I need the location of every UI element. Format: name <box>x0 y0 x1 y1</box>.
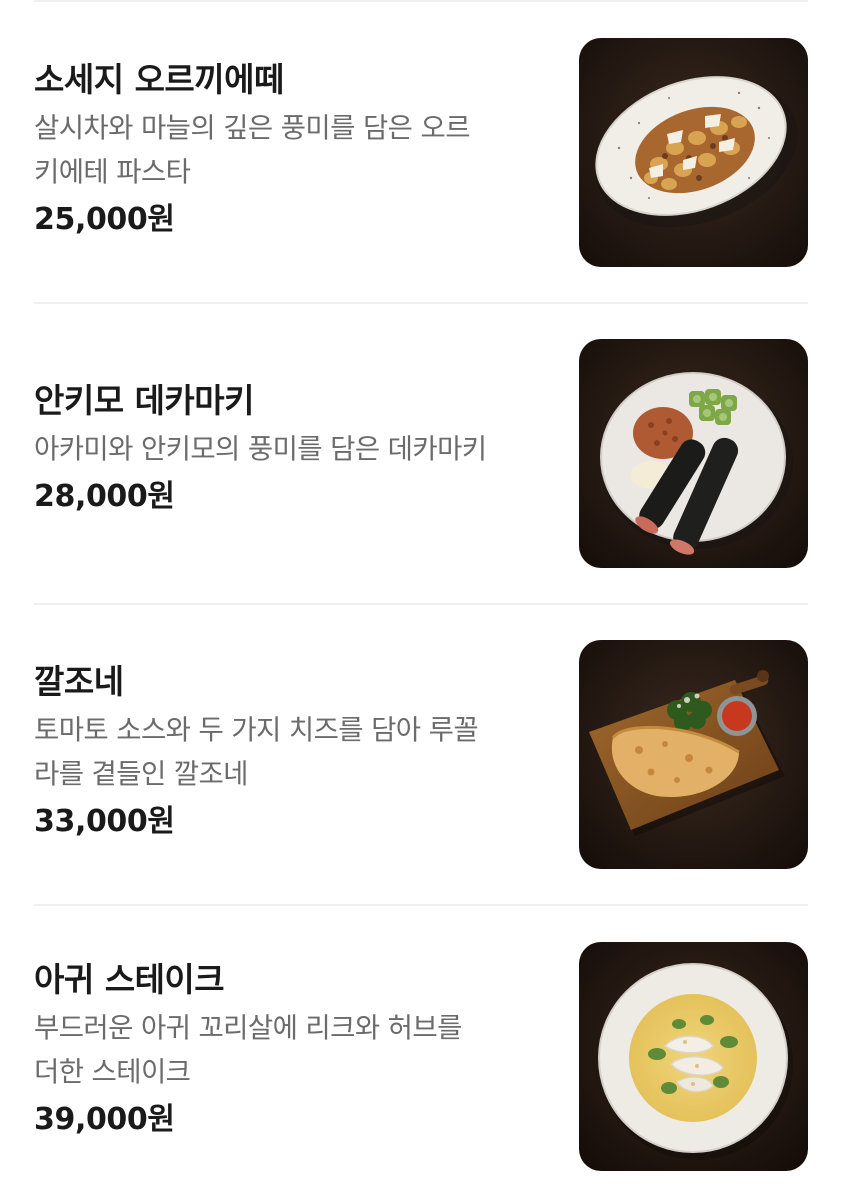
menu-item-description: 살시차와 마늘의 깊은 풍미를 담은 오르 키에테 파스타 <box>34 106 549 194</box>
description-line: 라를 곁들인 깔조네 <box>34 758 248 790</box>
menu-item-calzone[interactable]: 깔조네 토마토 소스와 두 가지 치즈를 담아 루꼴 라를 곁들인 깔조네 33… <box>34 640 808 870</box>
item-divider <box>34 603 808 605</box>
menu-item-description: 아카미와 안키모의 풍미를 담은 데카마키 <box>34 427 549 471</box>
calzone-dish-illustration <box>579 640 808 869</box>
description-line: 토마토 소스와 두 가지 치즈를 담아 루꼴 <box>34 714 479 746</box>
description-line: 부드러운 아귀 꼬리살에 리크와 허브를 <box>34 1012 462 1044</box>
menu-item-description: 토마토 소스와 두 가지 치즈를 담아 루꼴 라를 곁들인 깔조네 <box>34 708 549 796</box>
pasta-dish-image[interactable] <box>579 38 808 267</box>
menu-item-name: 아귀 스테이크 <box>34 960 225 999</box>
menu-item-text: 안키모 데카마키 아카미와 안키모의 풍미를 담은 데카마키 28,000원 <box>34 379 549 519</box>
menu-item-text: 소세지 오르끼에떼 살시차와 마늘의 깊은 풍미를 담은 오르 키에테 파스타 … <box>34 58 549 242</box>
sushi-roll-dish-illustration <box>579 339 808 568</box>
description-line: 더한 스테이크 <box>34 1056 191 1088</box>
description-line: 키에테 파스타 <box>34 156 191 188</box>
description-line: 아카미와 안키모의 풍미를 담은 데카마키 <box>34 433 487 465</box>
menu-item-name: 깔조네 <box>34 662 124 701</box>
menu-item-ankimo-dekamaki[interactable]: 안키모 데카마키 아카미와 안키모의 풍미를 담은 데카마키 28,000원 <box>34 339 808 569</box>
item-divider <box>34 904 808 906</box>
menu-item-price: 28,000원 <box>34 479 175 514</box>
sushi-roll-dish-image[interactable] <box>579 339 808 568</box>
menu-item-text: 깔조네 토마토 소스와 두 가지 치즈를 담아 루꼴 라를 곁들인 깔조네 33… <box>34 660 549 844</box>
menu-list: 소세지 오르끼에떼 살시차와 마늘의 깊은 풍미를 담은 오르 키에테 파스타 … <box>0 0 842 1202</box>
pasta-dish-illustration <box>579 38 808 267</box>
menu-item-monkfish-steak[interactable]: 아귀 스테이크 부드러운 아귀 꼬리살에 리크와 허브를 더한 스테이크 39,… <box>34 942 808 1172</box>
description-line: 살시차와 마늘의 깊은 풍미를 담은 오르 <box>34 112 471 144</box>
menu-item-price: 25,000원 <box>34 202 175 237</box>
menu-item-price: 39,000원 <box>34 1102 175 1137</box>
monkfish-steak-dish-image[interactable] <box>579 942 808 1171</box>
menu-item-name: 소세지 오르끼에떼 <box>34 60 284 99</box>
calzone-dish-image[interactable] <box>579 640 808 869</box>
menu-item-text: 아귀 스테이크 부드러운 아귀 꼬리살에 리크와 허브를 더한 스테이크 39,… <box>34 958 549 1142</box>
menu-item-sausage-orecchiette[interactable]: 소세지 오르끼에떼 살시차와 마늘의 깊은 풍미를 담은 오르 키에테 파스타 … <box>34 38 808 268</box>
item-divider <box>34 302 808 304</box>
menu-item-price: 33,000원 <box>34 804 175 839</box>
menu-item-name: 안키모 데카마키 <box>34 381 255 420</box>
monkfish-steak-dish-illustration <box>579 942 808 1171</box>
menu-item-description: 부드러운 아귀 꼬리살에 리크와 허브를 더한 스테이크 <box>34 1006 549 1094</box>
